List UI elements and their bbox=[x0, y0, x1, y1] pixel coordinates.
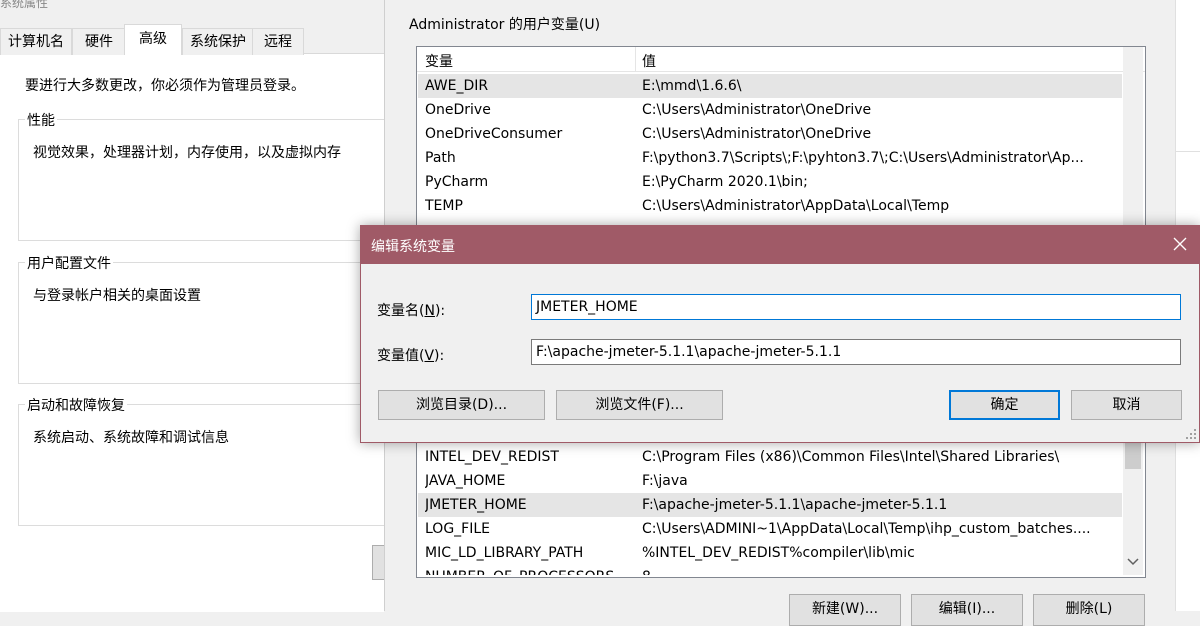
var-value: C:\Users\Administrator\AppData\Local\Tem… bbox=[642, 198, 950, 214]
var-name: TEMP bbox=[425, 198, 463, 214]
table-row[interactable]: LOG_FILE C:\Users\ADMINI~1\AppData\Local… bbox=[418, 517, 1122, 541]
var-name: PyCharm bbox=[425, 174, 489, 190]
var-name: JAVA_HOME bbox=[425, 473, 506, 489]
group-user-profiles: 用户配置文件 与登录帐户相关的桌面设置 bbox=[18, 253, 389, 384]
window-title: 系统属性 bbox=[0, 0, 49, 10]
table-row[interactable]: TEMP C:\Users\Administrator\AppData\Loca… bbox=[418, 194, 1122, 218]
column-header-value[interactable]: 值 bbox=[642, 51, 656, 71]
dialog-title: 编辑系统变量 bbox=[371, 239, 455, 255]
close-button[interactable] bbox=[1167, 231, 1193, 257]
table-row[interactable]: AWE_DIR E:\mmd\1.6.6\ bbox=[418, 74, 1122, 98]
var-value: F:\apache-jmeter-5.1.1\apache-jmeter-5.1… bbox=[642, 497, 948, 513]
var-name: OneDrive bbox=[425, 102, 491, 118]
var-name: NUMBER_OF_PROCESSORS bbox=[425, 565, 630, 575]
column-separator[interactable] bbox=[635, 47, 636, 71]
table-row[interactable]: OneDriveConsumer C:\Users\Administrator\… bbox=[418, 122, 1122, 146]
tab-hardware[interactable]: 硬件 bbox=[72, 28, 126, 55]
table-row[interactable]: JMETER_HOME F:\apache-jmeter-5.1.1\apach… bbox=[418, 493, 1122, 517]
column-header-name[interactable]: 变量 bbox=[425, 51, 453, 71]
dialog-titlebar[interactable] bbox=[361, 226, 1199, 264]
var-value: C:\Users\Administrator\OneDrive bbox=[642, 126, 872, 142]
group-desc: 视觉效果，处理器计划，内存使用，以及虚拟内存 bbox=[33, 145, 341, 161]
admin-note: 要进行大多数更改，你必须作为管理员登录。 bbox=[25, 78, 305, 94]
var-name: Path bbox=[425, 150, 456, 166]
divider bbox=[1175, 151, 1200, 152]
table-row[interactable]: MIC_LD_LIBRARY_PATH %INTEL_DEV_REDIST%co… bbox=[418, 541, 1122, 565]
browse-file-button[interactable]: 浏览文件(F)... bbox=[556, 390, 723, 420]
var-value: F:\java bbox=[642, 473, 688, 489]
tab-computer-name[interactable]: 计算机名 bbox=[0, 28, 72, 55]
table-row[interactable]: INTEL_DEV_REDIST C:\Program Files (x86)\… bbox=[418, 445, 1122, 469]
system-variables-list[interactable]: INTEL_DEV_REDIST C:\Program Files (x86)\… bbox=[416, 430, 1146, 578]
var-name: MIC_LD_LIBRARY_PATH bbox=[425, 545, 584, 561]
table-row[interactable]: PyCharm E:\PyCharm 2020.1\bin; bbox=[418, 170, 1122, 194]
group-startup-recovery: 启动和故障恢复 系统启动、系统故障和调试信息 bbox=[18, 395, 389, 526]
var-name: LOG_FILE bbox=[425, 521, 490, 537]
var-name: AWE_DIR bbox=[425, 78, 489, 94]
variable-name-label: 变量名(N): bbox=[377, 303, 446, 319]
resize-grip-icon[interactable] bbox=[1185, 428, 1197, 440]
group-title: 启动和故障恢复 bbox=[25, 395, 127, 415]
list-header: 变量 值 bbox=[417, 47, 1145, 72]
var-value: E:\mmd\1.6.6\ bbox=[642, 78, 742, 94]
table-row[interactable]: Path F:\python3.7\Scripts\;F:\pyhton3.7\… bbox=[418, 146, 1122, 170]
close-icon bbox=[1173, 237, 1187, 251]
delete-variable-button[interactable]: 删除(L) bbox=[1033, 594, 1145, 626]
system-properties-window: 系统属性 计算机名 硬件 高级 系统保护 远程 要进行大多数更改，你必须作为管理… bbox=[0, 0, 389, 612]
var-value: C:\Program Files (x86)\Common Files\Inte… bbox=[642, 449, 1060, 465]
var-value: 8 bbox=[642, 565, 1120, 575]
system-list-scrollbar[interactable] bbox=[1123, 431, 1143, 575]
group-desc: 与登录帐户相关的桌面设置 bbox=[33, 288, 201, 304]
group-performance: 性能 视觉效果，处理器计划，内存使用，以及虚拟内存 bbox=[18, 110, 389, 241]
table-row[interactable]: NUMBER_OF_PROCESSORS 8 bbox=[418, 565, 1122, 575]
browse-directory-button[interactable]: 浏览目录(D)... bbox=[378, 390, 545, 420]
var-name: JMETER_HOME bbox=[425, 497, 527, 513]
edit-variable-button[interactable]: 编辑(I)... bbox=[911, 594, 1023, 626]
edit-system-variable-dialog: 编辑系统变量 变量名(N): JMETER_HOME 变量值(V): F:\ap… bbox=[360, 225, 1200, 443]
var-value: E:\PyCharm 2020.1\bin; bbox=[642, 174, 808, 190]
var-value: %INTEL_DEV_REDIST%compiler\lib\mic bbox=[642, 545, 915, 561]
ok-button[interactable]: 确定 bbox=[949, 390, 1060, 420]
tab-system-protection[interactable]: 系统保护 bbox=[182, 28, 254, 55]
new-variable-button[interactable]: 新建(W)... bbox=[789, 594, 901, 626]
variable-value-label: 变量值(V): bbox=[377, 348, 445, 364]
var-value: C:\Users\Administrator\OneDrive bbox=[642, 102, 872, 118]
user-variables-label: Administrator 的用户变量(U) bbox=[409, 17, 601, 33]
table-row[interactable]: OneDrive C:\Users\Administrator\OneDrive bbox=[418, 98, 1122, 122]
user-list-scrollbar[interactable] bbox=[1123, 47, 1143, 227]
group-title: 性能 bbox=[25, 110, 57, 130]
tab-advanced[interactable]: 高级 bbox=[124, 24, 182, 55]
group-desc: 系统启动、系统故障和调试信息 bbox=[33, 430, 229, 446]
var-name: OneDriveConsumer bbox=[425, 126, 563, 142]
scrollbar-thumb[interactable] bbox=[1125, 441, 1141, 469]
group-title: 用户配置文件 bbox=[25, 253, 113, 273]
tab-remote[interactable]: 远程 bbox=[252, 28, 304, 55]
cancel-button[interactable]: 取消 bbox=[1071, 390, 1182, 420]
var-value: F:\python3.7\Scripts\;F:\pyhton3.7\;C:\U… bbox=[642, 150, 1084, 166]
user-variables-list[interactable]: 变量 值 AWE_DIR E:\mmd\1.6.6\ OneDrive C:\U… bbox=[416, 46, 1146, 230]
var-value: C:\Users\ADMINI~1\AppData\Local\Temp\ihp… bbox=[642, 521, 1091, 537]
variable-name-input[interactable]: JMETER_HOME bbox=[531, 294, 1181, 320]
variable-value-input[interactable]: F:\apache-jmeter-5.1.1\apache-jmeter-5.1… bbox=[531, 339, 1181, 365]
chevron-down-icon[interactable] bbox=[1127, 557, 1139, 567]
table-row[interactable]: JAVA_HOME F:\java bbox=[418, 469, 1122, 493]
var-name: INTEL_DEV_REDIST bbox=[425, 449, 559, 465]
